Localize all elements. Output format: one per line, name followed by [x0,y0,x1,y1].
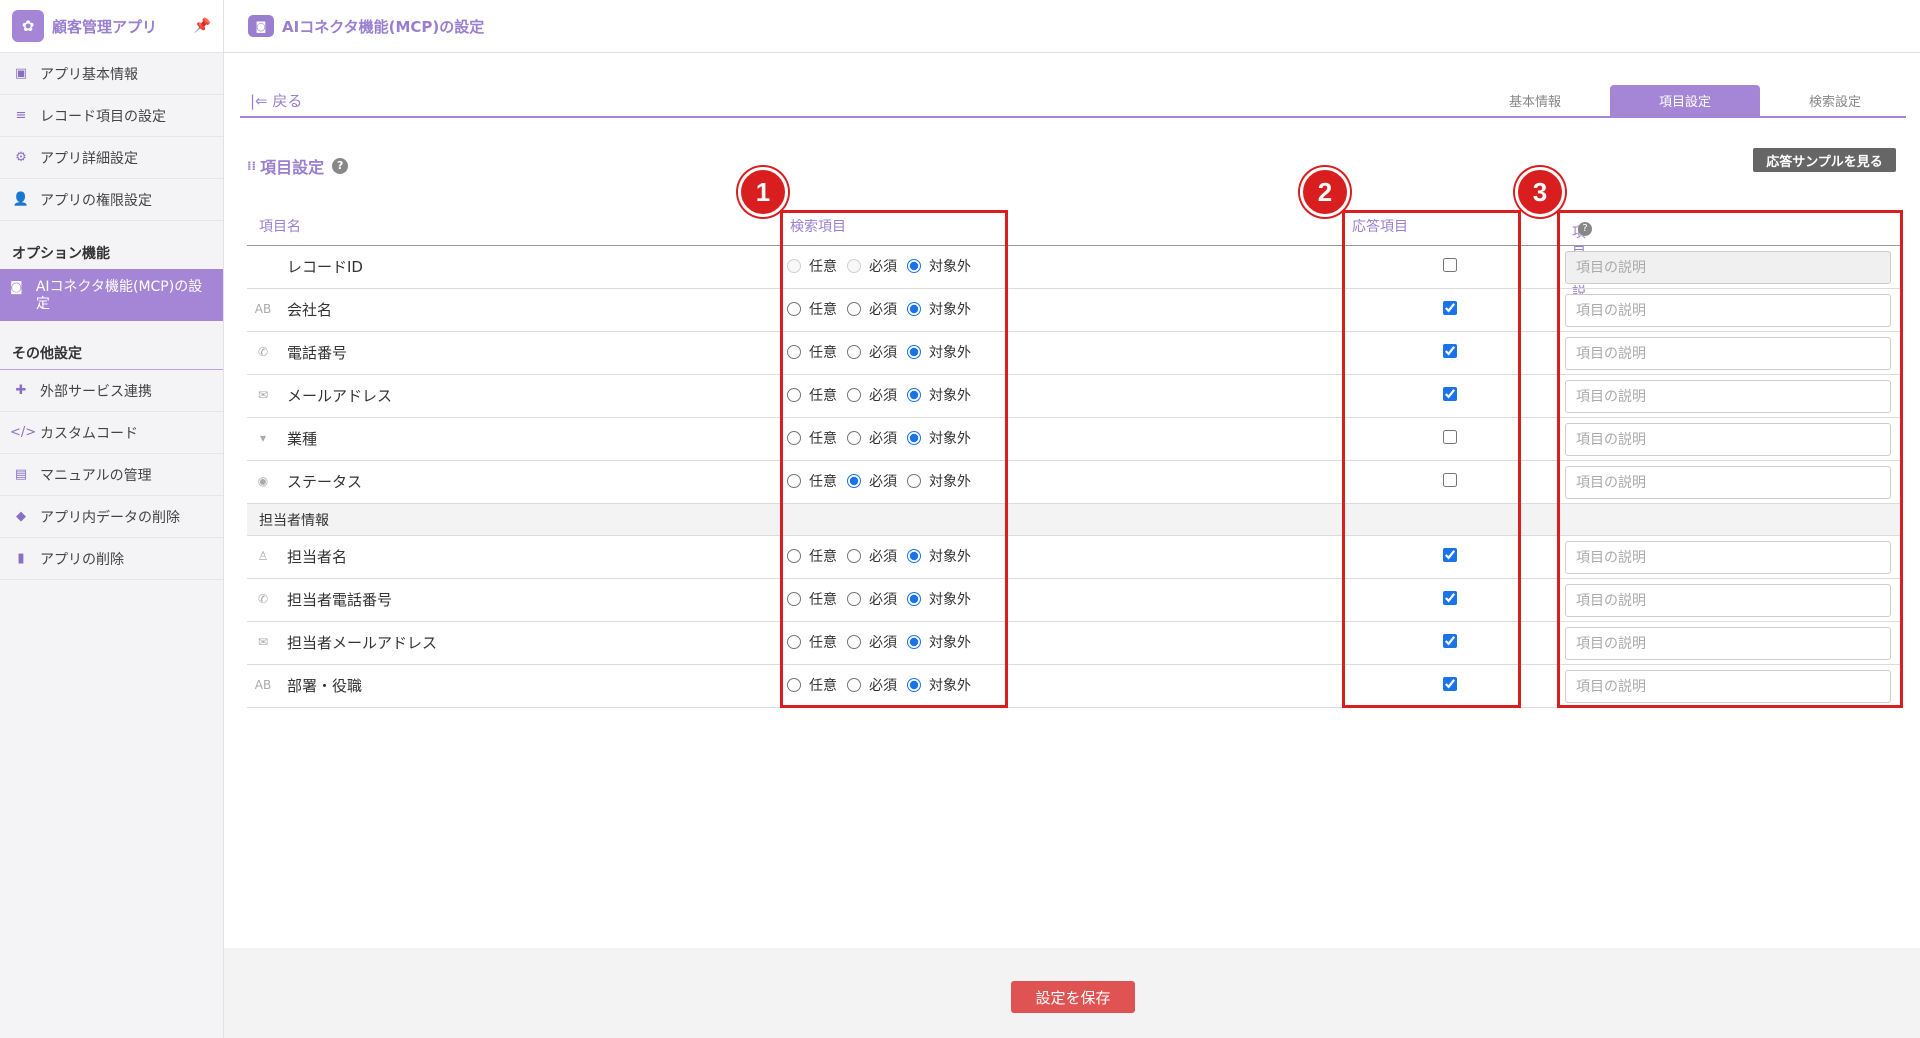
app-logo[interactable]: ✿ 顧客管理アプリ 📌 [0,0,223,53]
sidebar-item-external-services[interactable]: ✚ 外部サービス連携 [0,370,223,412]
back-link[interactable]: |⇐ 戻る [250,90,302,111]
annotation-box-description [1557,210,1903,708]
gear-icon: ⚙ [15,150,27,165]
sidebar-item-label: 外部サービス連携 [40,383,152,400]
help-icon[interactable]: ? [332,158,349,174]
response-sample-button[interactable]: 応答サンプルを見る [1753,148,1896,172]
field-name: ステータス [287,473,363,491]
sidebar-item-permissions[interactable]: 👤 アプリの権限設定 [0,179,223,221]
other-section-title: その他設定 [0,321,223,370]
sidebar-item-delete-data[interactable]: ◆ アプリ内データの削除 [0,496,223,538]
field-name: 担当者メールアドレス [287,634,438,652]
sidebar-item-basic-info[interactable]: ▣ アプリ基本情報 [0,53,223,95]
sidebar: ✿ 顧客管理アプリ 📌 ▣ アプリ基本情報 ≡ レコード項目の設定 ⚙ アプリ詳細設定… [0,0,224,1038]
annotation-badge-1: 1 [738,167,788,217]
sidebar-item-custom-code[interactable]: </> カスタムコード [0,412,223,454]
group-label: 担当者情報 [259,513,329,529]
back-arrow-icon: |⇐ [250,92,273,110]
annotation-badge-2: 2 [1300,167,1350,217]
mail-icon: ✉ [257,635,269,649]
sidebar-item-label: レコード項目の設定 [40,108,166,125]
field-name: メールアドレス [287,387,393,405]
eraser-icon: ◆ [16,509,26,524]
sidebar-item-label: アプリ詳細設定 [40,150,138,167]
mail-icon: ✉ [257,388,269,402]
tab-bar: 基本情報 項目設定 検索設定 [1460,85,1910,116]
user-lock-icon: 👤 [12,192,30,207]
annotation-box-response [1342,210,1521,708]
save-settings-button[interactable]: 設定を保存 [1011,981,1135,1013]
back-label: 戻る [272,92,303,110]
tab-basic-info[interactable]: 基本情報 [1460,85,1610,116]
tab-underline [240,116,1906,118]
field-name: 部署・役職 [287,677,363,695]
app-logo-icon: ✿ [12,10,44,42]
dropdown-icon: ▾ [259,431,267,445]
robot-icon: ◙ [248,15,274,37]
tab-field-settings[interactable]: 項目設定 [1610,85,1760,116]
field-name: 電話番号 [287,344,348,362]
page-header: ◙ AIコネクタ機能(MCP)の設定 [224,0,1920,53]
field-name: 担当者電話番号 [287,591,393,609]
option-section-title: オプション機能 [12,246,110,262]
annotation-badge-3: 3 [1515,167,1565,217]
list-icon: ≡ [15,108,27,123]
field-name: 業種 [287,430,318,448]
sidebar-item-label: アプリ内データの削除 [40,509,180,526]
drag-handle-icon: ⁞⁞ [247,159,257,173]
field-name: 会社名 [287,301,333,319]
header-field-name: 項目名 [259,219,301,235]
robot-icon: ◙ [10,280,23,295]
sidebar-item-label: AIコネクタ機能(MCP)の設定 [35,279,203,312]
sidebar-item-label: アプリ基本情報 [40,66,138,83]
pin-icon[interactable]: 📌 [194,18,211,34]
sidebar-item-detail-settings[interactable]: ⚙ アプリ詳細設定 [0,137,223,179]
code-icon: </> [10,425,37,440]
section-title-text: 項目設定 [260,158,325,177]
sidebar-item-label: アプリの削除 [40,551,124,568]
phone-icon: ✆ [257,592,269,606]
sidebar-item-label: カスタムコード [40,425,138,442]
app-name: 顧客管理アプリ [52,17,158,36]
annotation-box-search [780,210,1008,708]
field-name: レコードID [287,258,363,276]
phone-icon: ✆ [257,345,269,359]
tab-search-settings[interactable]: 検索設定 [1760,85,1910,116]
info-icon: ▣ [14,66,28,81]
trash-icon: ▮ [17,551,25,566]
puzzle-icon: ✚ [15,383,27,398]
radio-icon: ◉ [257,474,269,488]
sidebar-item-record-fields[interactable]: ≡ レコード項目の設定 [0,95,223,137]
text-field-icon: AB [254,302,272,316]
book-icon: ▤ [14,467,28,482]
sidebar-item-delete-app[interactable]: ▮ アプリの削除 [0,538,223,580]
sidebar-item-label: アプリの権限設定 [40,192,152,209]
section-title: ⁞⁞ 項目設定 ? [247,154,349,178]
text-field-icon: AB [254,678,272,692]
page-title: AIコネクタ機能(MCP)の設定 [282,17,485,36]
user-icon: ♙ [257,549,269,563]
sidebar-item-ai-connector[interactable]: ◙ AIコネクタ機能(MCP)の設定 [0,269,223,321]
sidebar-item-label: マニュアルの管理 [40,467,152,484]
field-name: 担当者名 [287,548,348,566]
sidebar-item-manual[interactable]: ▤ マニュアルの管理 [0,454,223,496]
